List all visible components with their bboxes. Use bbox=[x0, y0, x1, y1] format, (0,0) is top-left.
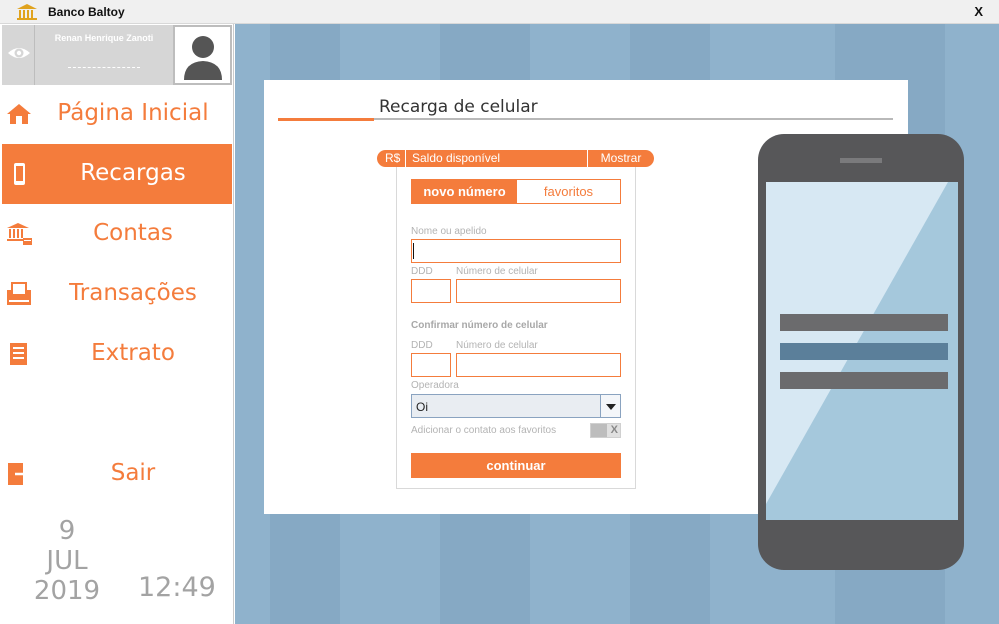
operator-label: Operadora bbox=[411, 380, 459, 391]
text-caret bbox=[413, 243, 414, 259]
date-month: JUL bbox=[46, 546, 88, 576]
eye-icon[interactable] bbox=[6, 40, 32, 66]
toggle-off-mark: X bbox=[610, 424, 618, 436]
confirm-number-label: Número de celular bbox=[456, 340, 538, 351]
show-balance-button[interactable]: Mostrar bbox=[587, 150, 654, 167]
title-bar: Banco Baltoy X bbox=[0, 0, 999, 24]
ddd-label: DDD bbox=[411, 266, 433, 277]
statement-icon bbox=[10, 343, 27, 365]
nav-item-extrato[interactable]: Extrato bbox=[2, 324, 232, 384]
tab-new-number[interactable]: novo número bbox=[412, 180, 517, 203]
sidebar: Renan Henrique Zanoti Página Inicial Rec… bbox=[0, 24, 234, 624]
phone-illustration-icon bbox=[758, 134, 964, 570]
nav-item-recargas[interactable]: Recargas bbox=[2, 144, 232, 204]
balance-divider bbox=[405, 150, 406, 167]
nav-label: Recargas bbox=[80, 160, 186, 186]
number-label: Número de celular bbox=[456, 266, 538, 277]
confirm-ddd-label: DDD bbox=[411, 340, 433, 351]
nav-item-contas[interactable]: Contas bbox=[2, 204, 232, 264]
tab-favorites[interactable]: favoritos bbox=[517, 180, 620, 203]
window-title: Banco Baltoy bbox=[48, 5, 125, 19]
number-input[interactable] bbox=[456, 279, 621, 303]
nav-label: Página Inicial bbox=[57, 100, 209, 126]
clock: 12:49 bbox=[138, 572, 216, 603]
bank-logo-icon bbox=[17, 4, 37, 20]
ddd-input[interactable] bbox=[411, 279, 451, 303]
date-day: 9 bbox=[58, 516, 76, 546]
close-button[interactable]: X bbox=[974, 4, 983, 19]
chevron-down-icon[interactable] bbox=[600, 395, 620, 417]
title-rule-accent bbox=[278, 118, 374, 121]
user-name: Renan Henrique Zanoti bbox=[54, 33, 154, 43]
nav-item-transacoes[interactable]: Transações bbox=[2, 264, 232, 324]
user-silhouette-icon bbox=[184, 36, 222, 80]
continue-button[interactable]: continuar bbox=[411, 453, 621, 478]
toggle-knob bbox=[591, 424, 607, 437]
nickname-input[interactable] bbox=[411, 239, 621, 263]
recipient-tabs: novo número favoritos bbox=[411, 179, 621, 204]
confirm-number-input[interactable] bbox=[456, 353, 621, 377]
nav-item-home[interactable]: Página Inicial bbox=[2, 84, 232, 144]
user-card-divider bbox=[34, 25, 35, 85]
date-year: 2019 bbox=[33, 576, 101, 606]
atm-icon bbox=[7, 282, 31, 305]
confirm-section-title: Confirmar número de celular bbox=[411, 320, 548, 331]
add-favorite-label: Adicionar o contato aos favoritos bbox=[411, 425, 557, 436]
operator-select[interactable]: Oi bbox=[411, 394, 621, 418]
balance-bar: R$ Saldo disponível Mostrar bbox=[377, 150, 654, 167]
logout-icon bbox=[8, 463, 32, 485]
add-favorite-toggle[interactable]: X bbox=[590, 423, 621, 438]
operator-value: Oi bbox=[416, 400, 428, 414]
confirm-ddd-input[interactable] bbox=[411, 353, 451, 377]
nickname-label: Nome ou apelido bbox=[411, 226, 487, 237]
phone-icon bbox=[14, 163, 25, 185]
nav-label: Extrato bbox=[91, 340, 175, 366]
page-title: Recarga de celular bbox=[379, 97, 538, 117]
nav-label: Sair bbox=[110, 460, 156, 486]
home-icon bbox=[7, 104, 31, 124]
nav-label: Transações bbox=[69, 280, 197, 306]
nav-label: Contas bbox=[93, 220, 173, 246]
avatar bbox=[173, 25, 232, 85]
bank-icon bbox=[7, 223, 32, 245]
user-card: Renan Henrique Zanoti bbox=[2, 25, 232, 85]
nav-item-logout[interactable]: Sair bbox=[2, 444, 232, 504]
masked-account bbox=[68, 67, 140, 71]
balance-currency: R$ bbox=[385, 151, 401, 165]
balance-label: Saldo disponível bbox=[412, 151, 501, 165]
